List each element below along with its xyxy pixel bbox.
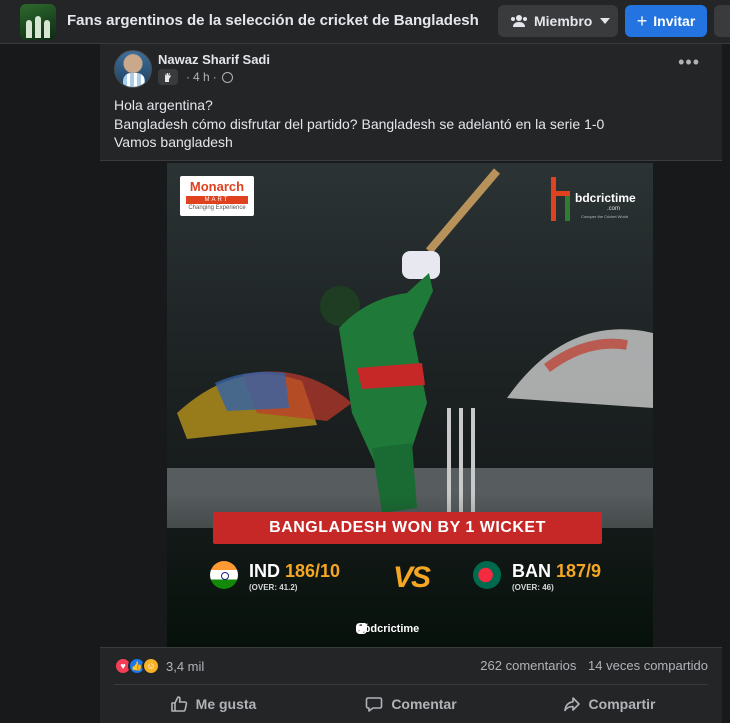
social-handle: bdcrictime (363, 623, 420, 635)
sponsor-mart: MART (186, 196, 248, 204)
member-button[interactable]: Miembro (498, 5, 618, 37)
care-icon: ☺ (142, 657, 160, 675)
action-divider (114, 684, 708, 685)
members-icon (511, 15, 527, 27)
bangladesh-flag-icon (473, 561, 501, 589)
result-banner: BANGLADESH WON BY 1 WICKET (213, 512, 602, 544)
brand-tagline: Conquer the Cricket World (581, 214, 629, 219)
avatar[interactable] (114, 50, 152, 88)
post-author[interactable]: Nawaz Sharif Sadi (158, 52, 270, 67)
post-actions: Me gusta Comentar Compartir (114, 689, 708, 719)
comment-button-label: Comentar (391, 696, 457, 712)
instagram-icon (356, 623, 367, 634)
share-icon (563, 697, 580, 712)
brand-name: bdcrictime (575, 191, 636, 205)
member-button-label: Miembro (534, 13, 593, 29)
brand-domain: .com (607, 206, 621, 212)
like-button-label: Me gusta (195, 696, 257, 712)
comments-count[interactable]: 262 comentarios (480, 658, 576, 673)
social-handles: f bdcrictime (356, 623, 419, 635)
more-options-button[interactable] (714, 5, 730, 37)
post-stats: ♥ 👍 ☺ 3,4 mil 262 comentarios 14 veces c… (114, 657, 708, 675)
post-text-line: Hola argentina? (114, 97, 213, 113)
invite-button[interactable]: + Invitar (625, 5, 707, 37)
post-media[interactable]: Monarch MART Changing Experience bdcrict… (100, 160, 722, 648)
post-options-icon[interactable]: ••• (678, 53, 700, 71)
monarch-mart-logo: Monarch MART Changing Experience (180, 176, 254, 216)
group-cover-thumbnail[interactable] (20, 4, 56, 40)
group-title[interactable]: Fans argentinos de la selección de crick… (67, 12, 479, 29)
team-bangladesh: BAN 187/9 (OVER: 46) (473, 561, 601, 592)
chevron-down-icon (600, 18, 611, 24)
versus-label: VS (393, 561, 431, 594)
globe-icon (221, 71, 233, 83)
comment-icon (366, 697, 383, 712)
post-text: Hola argentina? Bangladesh cómo disfruta… (114, 96, 604, 152)
post-card: Nawaz Sharif Sadi · 4 h · ••• Hola argen… (100, 44, 722, 723)
share-button[interactable]: Compartir (510, 689, 708, 719)
like-button[interactable]: Me gusta (114, 689, 312, 719)
match-result-poster[interactable]: Monarch MART Changing Experience bdcrict… (167, 163, 653, 647)
team-overs: (OVER: 46) (512, 583, 554, 592)
plus-icon: + (636, 11, 648, 31)
post-meta: · 4 h · (158, 69, 233, 85)
group-header-bar: Fans argentinos de la selección de crick… (0, 0, 730, 44)
sponsor-tagline: Changing Experience (188, 205, 246, 211)
bdcrictime-mark-icon (551, 177, 570, 221)
member-badge-icon[interactable] (158, 69, 178, 85)
share-button-label: Compartir (588, 696, 656, 712)
team-score: 186/10 (285, 561, 341, 581)
sponsor-name: Monarch (189, 179, 245, 194)
reaction-count: 3,4 mil (166, 658, 205, 674)
reactions-summary[interactable]: ♥ 👍 ☺ 3,4 mil (114, 657, 204, 675)
team-score: 187/9 (556, 561, 602, 581)
post-text-line: Vamos bangladesh (114, 134, 233, 150)
comment-button[interactable]: Comentar (312, 689, 510, 719)
india-flag-icon (210, 561, 238, 589)
invite-button-label: Invitar (653, 13, 696, 29)
thumbs-up-icon (170, 696, 187, 712)
shares-count[interactable]: 14 veces compartido (588, 658, 708, 673)
team-overs: (OVER: 41.2) (249, 583, 298, 592)
team-india: IND 186/10 (OVER: 41.2) (210, 561, 340, 592)
team-code: BAN (512, 561, 551, 581)
post-time[interactable]: 4 h (193, 70, 210, 84)
team-code: IND (249, 561, 280, 581)
bdcrictime-logo: bdcrictime .com Conquer the Cricket Worl… (549, 175, 649, 223)
post-text-line: Bangladesh cómo disfrutar del partido? B… (114, 115, 605, 132)
